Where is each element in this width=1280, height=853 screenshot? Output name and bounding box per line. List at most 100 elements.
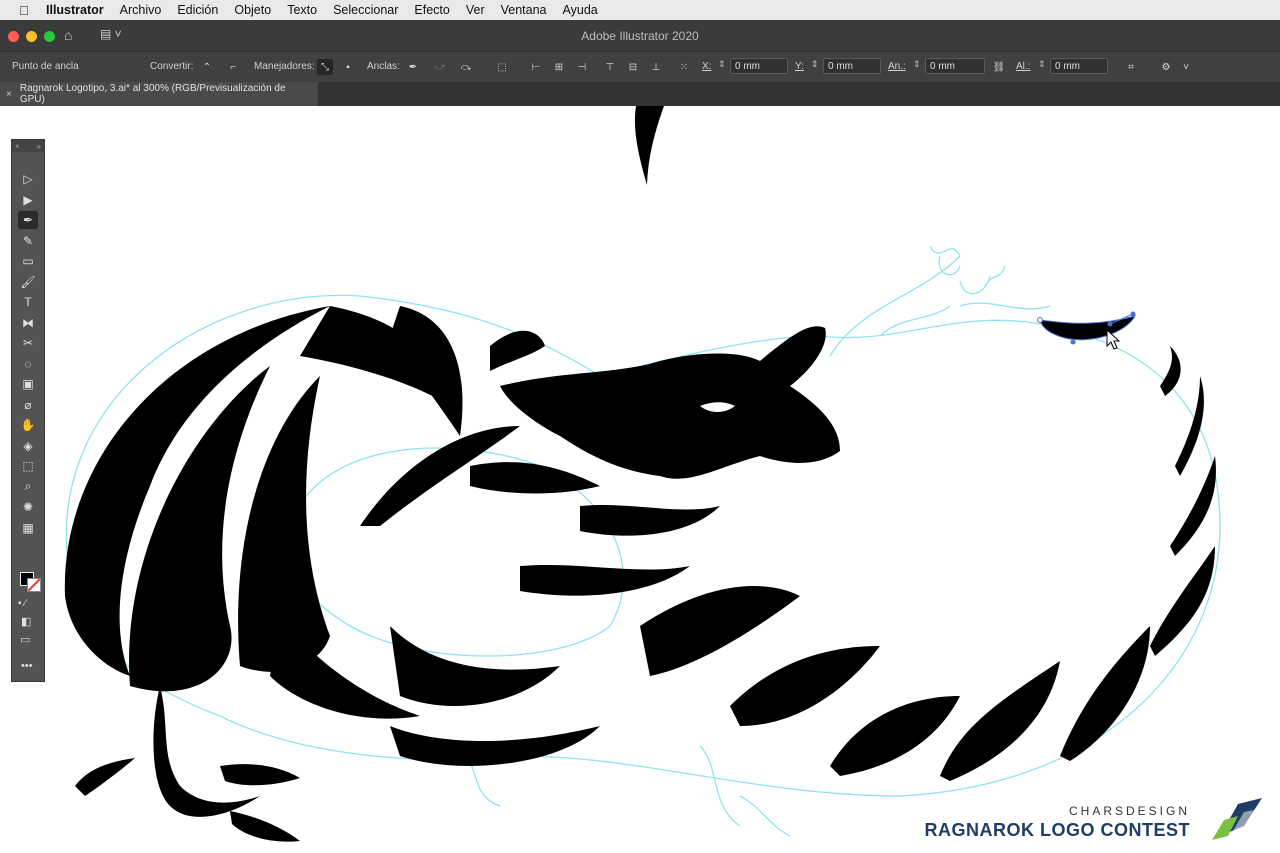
tail-stripe[interactable] <box>640 586 800 676</box>
connect-anchor-icon[interactable]: ⤻ <box>432 59 448 75</box>
chevron-down-icon[interactable]: ˅ <box>1178 59 1194 75</box>
reflect-tool[interactable]: ⧓ <box>18 314 38 332</box>
tail-stripe[interactable] <box>1160 346 1181 396</box>
height-stepper-icon[interactable]: ⇕ <box>1038 59 1046 70</box>
direct-selection-tool[interactable]: ▶ <box>18 191 38 209</box>
claw[interactable] <box>220 764 300 786</box>
menu-item-archivo[interactable]: Archivo <box>120 3 162 17</box>
selection-type-label: Punto de ancla <box>12 61 79 72</box>
width-stepper-icon[interactable]: ⇕ <box>913 59 921 70</box>
branding: CHARSDESIGN RAGNAROK LOGO CONTEST <box>925 804 1191 841</box>
isolate-icon[interactable]: ⌗ <box>1123 59 1139 75</box>
more-tools-icon[interactable]: ••• <box>21 660 33 672</box>
reference-point-icon[interactable]: ⁙ <box>676 59 692 75</box>
tail-stripe[interactable] <box>730 646 880 726</box>
tail-stripe[interactable] <box>830 696 960 776</box>
lasso-tool[interactable]: ◌ <box>18 355 38 373</box>
align-to-icon[interactable]: ⬚ <box>494 59 510 75</box>
rectangle-tool[interactable]: ▭ <box>18 252 38 270</box>
tools-panel-header[interactable]: ×» <box>12 140 44 152</box>
height-field[interactable]: 0 mm <box>1050 58 1108 74</box>
menu-item-ventana[interactable]: Ventana <box>501 3 547 17</box>
artboard-tool[interactable]: ⬚ <box>18 457 38 475</box>
graph-tool[interactable]: ▦ <box>18 519 38 537</box>
dragon-artwork[interactable] <box>0 106 1280 853</box>
tools-panel: ×» ▷ ▶ ✒ ✎ ▭ 🖌 T ⧓ ✂ ◌ ▣ ⌀ ✋ ◈ ⬚ ⌕ ✺ ▦ ▪ ⁄ ◧ ▭ ••• <box>11 139 45 682</box>
close-icon[interactable]: × <box>15 142 20 151</box>
puppet-warp-tool[interactable]: ✋ <box>18 416 38 434</box>
align-left-icon[interactable]: ⊢ <box>528 59 544 75</box>
tail-stripe[interactable] <box>940 661 1060 781</box>
none-stroke-icon <box>27 578 41 592</box>
align-bottom-icon[interactable]: ⊥ <box>648 59 664 75</box>
close-tab-icon[interactable]: × <box>6 89 12 100</box>
mane-stripe[interactable] <box>490 330 545 371</box>
flame-tip[interactable] <box>634 106 664 185</box>
body-stripe[interactable] <box>390 726 600 766</box>
convert-corner-icon[interactable]: ⌃ <box>199 59 215 75</box>
tail-stripe[interactable] <box>1175 376 1204 476</box>
menu-item-texto[interactable]: Texto <box>287 3 317 17</box>
constrain-proportions-icon[interactable]: ⛓ <box>991 59 1007 75</box>
claw[interactable] <box>230 811 300 842</box>
pen-tool[interactable]: ✒ <box>18 211 38 229</box>
y-field[interactable]: 0 mm <box>823 58 881 74</box>
draw-mode-icon[interactable]: ◧ <box>21 615 31 628</box>
collapse-icon[interactable]: » <box>37 142 41 151</box>
type-tool[interactable]: T <box>18 293 38 311</box>
align-center-h-icon[interactable]: ⊞ <box>551 59 567 75</box>
tail-stripe[interactable] <box>1060 626 1150 761</box>
flame-wisps-outline <box>938 255 1006 295</box>
anchor-point[interactable] <box>1070 339 1076 345</box>
symbol-sprayer-tool[interactable]: ✺ <box>18 498 38 516</box>
menu-item-edicion[interactable]: Edición <box>177 3 218 17</box>
claw[interactable] <box>75 758 135 796</box>
curvature-tool[interactable]: ✎ <box>18 232 38 250</box>
align-right-icon[interactable]: ⊣ <box>574 59 590 75</box>
body-stripe[interactable] <box>390 626 560 706</box>
properties-menu-icon[interactable]: ⚙ <box>1158 59 1174 75</box>
window-title-bar: ⌂ ▤ ˅ Adobe Illustrator 2020 <box>0 20 1280 51</box>
gradient-tool[interactable]: ▣ <box>18 375 38 393</box>
selection-tool[interactable]: ▷ <box>18 170 38 188</box>
x-field[interactable]: 0 mm <box>730 58 788 74</box>
x-stepper-icon[interactable]: ⇕ <box>718 59 726 70</box>
cut-path-icon[interactable]: ⤼ <box>458 59 474 75</box>
shape-builder-tool[interactable]: ◈ <box>18 437 38 455</box>
apple-icon[interactable]:  <box>16 3 32 18</box>
jaw-stripe[interactable] <box>470 462 600 494</box>
artboard-canvas[interactable] <box>0 106 1280 853</box>
color-mode-icons[interactable]: ▪ ⁄ <box>18 598 26 609</box>
align-top-icon[interactable]: ⊤ <box>602 59 618 75</box>
hide-handles-icon[interactable]: ▪ <box>340 59 356 75</box>
eyedropper-tool[interactable]: ⌀ <box>18 396 38 414</box>
menu-item-illustrator[interactable]: Illustrator <box>46 3 104 17</box>
convert-label: Convertir: <box>150 61 194 72</box>
tail-stripe[interactable] <box>1150 546 1215 656</box>
menu-item-ayuda[interactable]: Ayuda <box>563 3 598 17</box>
zoom-tool[interactable]: ⌕ <box>18 478 38 496</box>
anchors-label: Anclas: <box>367 61 400 72</box>
convert-smooth-icon[interactable]: ⌐ <box>225 59 241 75</box>
width-field[interactable]: 0 mm <box>925 58 985 74</box>
document-tab-title: Ragnarok Logotipo, 3.ai* al 300% (RGB/Pr… <box>19 83 286 105</box>
menu-item-seleccionar[interactable]: Seleccionar <box>333 3 398 17</box>
y-stepper-icon[interactable]: ⇕ <box>811 59 819 70</box>
menu-item-objeto[interactable]: Objeto <box>234 3 271 17</box>
scissors-tool[interactable]: ✂ <box>18 334 38 352</box>
anchor-point[interactable] <box>1037 317 1043 323</box>
hind-leg[interactable] <box>153 686 260 817</box>
align-center-v-icon[interactable]: ⊟ <box>625 59 641 75</box>
menu-item-efecto[interactable]: Efecto <box>414 3 449 17</box>
document-tab[interactable]: × Ragnarok Logotipo, 3.ai* al 300% (RGB/… <box>0 82 318 106</box>
remove-anchor-icon[interactable]: ✒ <box>405 59 421 75</box>
document-tab-bar: × Ragnarok Logotipo, 3.ai* al 300% (RGB/… <box>0 82 1280 106</box>
screen-mode-icon[interactable]: ▭ <box>20 633 30 646</box>
paintbrush-tool[interactable]: 🖌 <box>18 273 38 291</box>
body-stripe[interactable] <box>520 564 690 596</box>
tail-stripe[interactable] <box>1170 456 1216 556</box>
body-stripe[interactable] <box>580 504 720 536</box>
stroke-swatch[interactable] <box>27 578 41 592</box>
show-handles-icon[interactable]: ⤡ <box>317 59 333 75</box>
menu-item-ver[interactable]: Ver <box>466 3 485 17</box>
